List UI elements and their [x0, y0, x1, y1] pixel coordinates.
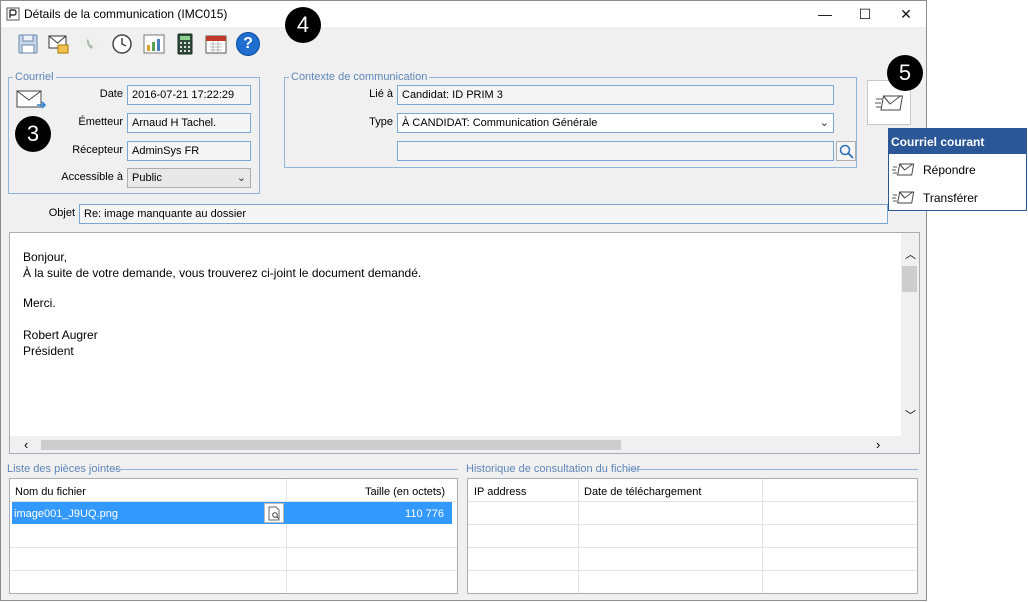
context-search-button[interactable] [836, 141, 856, 161]
mail-forward-icon [892, 191, 915, 204]
column-header-download-date[interactable]: Date de téléchargement [584, 486, 701, 498]
message-line: Robert Augrer [23, 328, 98, 342]
row-divider [10, 570, 457, 571]
lie-field[interactable]: Candidat: ID PRIM 3 [397, 85, 834, 105]
type-select[interactable]: À CANDIDAT: Communication Générale ⌄ [397, 113, 834, 133]
minimize-icon: — [818, 6, 832, 22]
maximize-icon: ☐ [858, 6, 872, 22]
accessible-select-value: Public [132, 172, 162, 184]
calculator-icon[interactable] [173, 32, 197, 56]
callout-badge-4: 4 [285, 7, 321, 43]
column-header-filename[interactable]: Nom du fichier [15, 486, 86, 498]
column-divider [286, 479, 287, 593]
chart-icon[interactable] [142, 32, 166, 56]
envelope-icon [16, 90, 47, 109]
history-group-rule [626, 469, 918, 470]
row-divider [468, 547, 917, 548]
message-body[interactable]: Bonjour, À la suite de votre demande, vo… [9, 232, 920, 454]
message-line: À la suite de votre demande, vous trouve… [23, 266, 422, 280]
lie-label: Lié à [369, 88, 393, 100]
message-horizontal-scrollbar[interactable]: ‹ › [10, 436, 919, 453]
app-logo-icon [6, 7, 20, 21]
column-header-ip[interactable]: IP address [474, 486, 526, 498]
menu-item-label: Transférer [923, 191, 978, 205]
attachments-group-title: Liste des pièces jointes [7, 463, 121, 475]
contexte-group-title: Contexte de communication [289, 71, 430, 83]
calendar-icon[interactable] [204, 32, 228, 56]
row-divider [468, 524, 917, 525]
type-label: Type [369, 116, 393, 128]
email-icon[interactable] [47, 32, 71, 56]
menu-item-reply[interactable]: Répondre [889, 156, 1026, 184]
callout-badge-3: 3 [15, 116, 51, 152]
history-icon[interactable] [110, 32, 134, 56]
objet-field[interactable]: Re: image manquante au dossier [79, 204, 888, 224]
objet-label: Objet [48, 207, 75, 219]
history-group-title: Historique de consultation du fichier [466, 463, 641, 475]
message-line: Président [23, 344, 74, 358]
chevron-down-icon[interactable]: ﹀ [905, 407, 916, 423]
save-icon[interactable] [16, 32, 40, 56]
attachment-filename: image001_J9UQ.png [14, 508, 118, 520]
context-extra-field[interactable] [397, 141, 834, 161]
communication-details-window: Détails de la communication (IMC015) — ☐… [0, 0, 927, 601]
chevron-left-icon[interactable]: ‹ [24, 437, 28, 452]
column-divider [762, 479, 763, 593]
chevron-up-icon[interactable]: ︿ [905, 246, 916, 262]
message-line: Bonjour, [23, 250, 68, 264]
close-icon: ✕ [900, 6, 912, 22]
title-bar: Détails de la communication (IMC015) — ☐… [1, 1, 926, 27]
mail-reply-icon [892, 163, 915, 176]
date-field[interactable]: 2016-07-21 17:22:29 [127, 85, 251, 105]
attachments-group-rule [113, 469, 458, 470]
column-divider [578, 479, 579, 593]
callout-badge-5: 5 [887, 55, 923, 91]
row-divider [10, 547, 457, 548]
column-header-size[interactable]: Taille (en octets) [365, 486, 445, 498]
maximize-button[interactable]: ☐ [844, 1, 886, 27]
row-divider [468, 570, 917, 571]
menu-item-forward[interactable]: Transférer [889, 184, 1026, 212]
search-icon [839, 144, 854, 159]
table-row[interactable]: image001_J9UQ.png 110 776 [12, 502, 452, 524]
message-vertical-scrollbar[interactable]: ︿ ﹀ [901, 233, 919, 437]
file-preview-icon [268, 506, 280, 521]
courriel-group-title: Courriel [13, 71, 56, 83]
horizontal-scroll-thumb[interactable] [41, 440, 621, 450]
attachments-table: Nom du fichier Taille (en octets) image0… [9, 478, 458, 594]
current-mail-menu: Courriel courant Répondre Transférer [888, 128, 1027, 211]
recepteur-field[interactable]: AdminSys FR [127, 141, 251, 161]
attachment-size: 110 776 [405, 508, 444, 520]
emetteur-field[interactable]: Arnaud H Tachel. [127, 113, 251, 133]
phone-icon[interactable] [79, 32, 103, 56]
chevron-down-icon: ⌄ [236, 172, 246, 184]
attachment-preview-button[interactable] [264, 503, 284, 523]
chevron-right-icon[interactable]: › [876, 437, 880, 452]
vertical-scroll-thumb[interactable] [902, 266, 917, 292]
help-icon[interactable]: ? [236, 32, 260, 56]
mail-forward-icon [875, 95, 904, 111]
history-table: IP address Date de téléchargement [467, 478, 918, 594]
minimize-button[interactable]: — [804, 1, 846, 27]
emetteur-label: Émetteur [78, 116, 123, 128]
accessible-label: Accessible à [61, 171, 123, 183]
close-button[interactable]: ✕ [885, 1, 927, 27]
message-line: Merci. [23, 296, 56, 310]
menu-header: Courriel courant [889, 129, 1026, 154]
chevron-down-icon: ⌄ [819, 117, 829, 129]
accessible-select[interactable]: Public ⌄ [127, 168, 251, 188]
window-title: Détails de la communication (IMC015) [24, 7, 228, 21]
header-divider [468, 501, 917, 502]
recepteur-label: Récepteur [72, 144, 123, 156]
menu-item-label: Répondre [923, 163, 976, 177]
type-select-value: À CANDIDAT: Communication Générale [402, 117, 598, 129]
date-label: Date [99, 88, 123, 100]
